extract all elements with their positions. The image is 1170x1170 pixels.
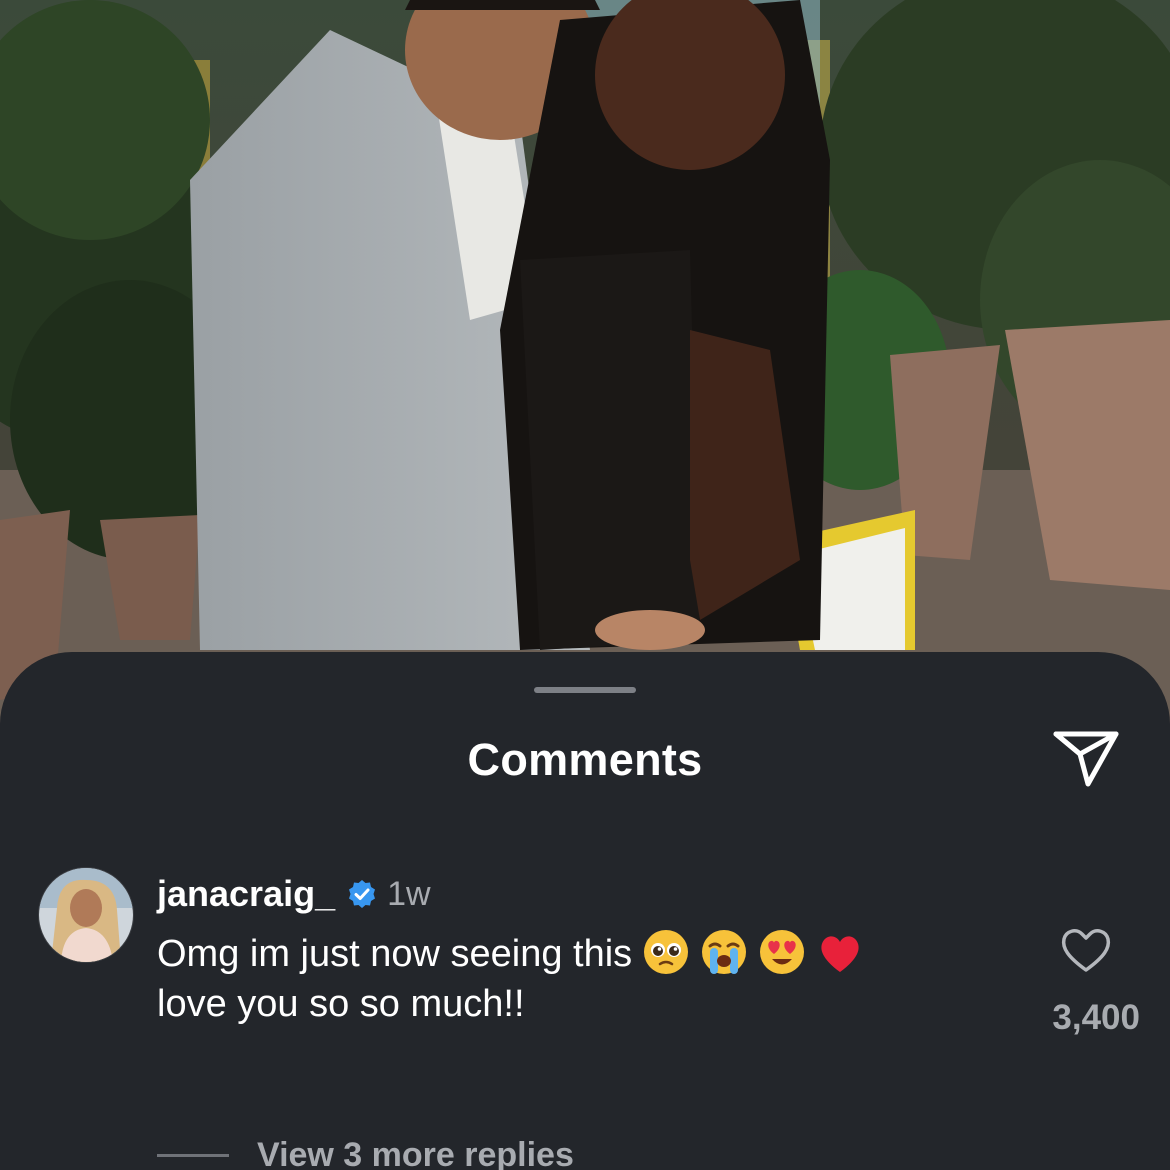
loudly-crying-face-icon <box>700 928 748 976</box>
view-replies-button[interactable]: View 3 more replies <box>157 1136 574 1170</box>
pleading-face-icon <box>642 928 690 976</box>
comments-sheet: Comments janacraig_ 1w Omg im just now s… <box>0 652 1170 1170</box>
comment-time: 1w <box>387 874 431 913</box>
red-heart-icon <box>816 928 864 976</box>
share-button[interactable] <box>1050 726 1122 790</box>
comment-text-line1: Omg im just now seeing this <box>157 933 633 975</box>
avatar-photo-icon <box>39 868 133 962</box>
view-replies-label[interactable]: View 3 more replies <box>257 1136 574 1170</box>
comment-meta: janacraig_ 1w <box>157 870 431 918</box>
photo-couple-icon <box>0 0 1170 760</box>
heart-eyes-face-icon <box>758 928 806 976</box>
avatar[interactable] <box>38 867 134 963</box>
replies-divider <box>157 1154 229 1157</box>
comment-item: janacraig_ 1w Omg im just now seeing thi… <box>0 862 1170 1062</box>
paper-plane-icon <box>1053 731 1119 787</box>
screen: Comments janacraig_ 1w Omg im just now s… <box>0 0 1170 1170</box>
like-button[interactable] <box>1058 924 1114 976</box>
comment-body: Omg im just now seeing this love you so … <box>157 928 977 1029</box>
sheet-grabber[interactable] <box>534 687 636 693</box>
post-photo[interactable] <box>0 0 1170 760</box>
like-count: 3,400 <box>1052 998 1140 1037</box>
verified-badge-icon <box>347 879 377 909</box>
comment-text-line2: love you so so much!! <box>157 983 525 1025</box>
sheet-title: Comments <box>467 734 703 785</box>
comment-username[interactable]: janacraig_ <box>157 873 335 915</box>
heart-outline-icon <box>1061 929 1111 972</box>
